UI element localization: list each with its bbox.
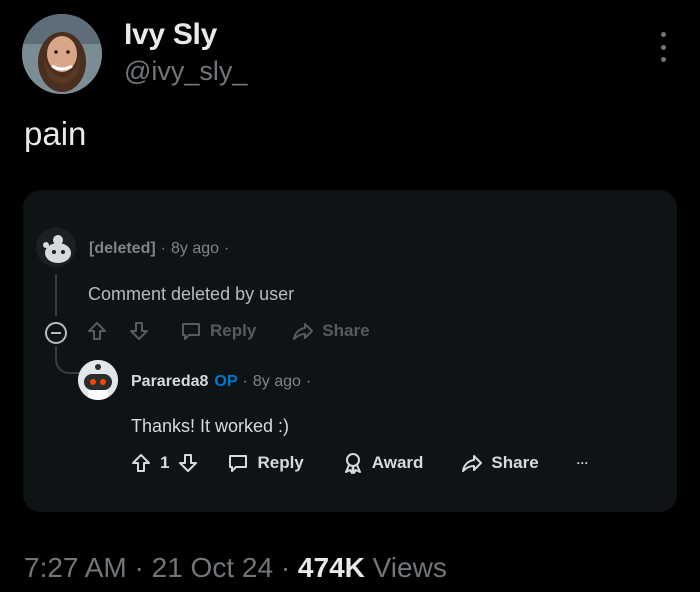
reply-button[interactable]: Reply <box>227 452 304 474</box>
more-vertical-icon[interactable] <box>656 32 670 62</box>
reply-comment-actions: 1 Reply Award Share ··· <box>130 452 589 474</box>
share-icon <box>293 323 314 340</box>
award-icon <box>344 453 361 474</box>
parent-comment-meta: [deleted] · 8y ago · <box>89 240 234 258</box>
views-label: Views <box>372 552 447 583</box>
replier-avatar[interactable] <box>78 360 118 400</box>
more-options-icon[interactable]: ··· <box>577 456 589 470</box>
award-label: Award <box>371 453 424 472</box>
tweet-date[interactable]: 21 Oct 24 <box>152 552 273 583</box>
views-count: 474K <box>297 552 365 583</box>
reply-label: Reply <box>257 453 304 472</box>
op-badge: OP <box>214 373 238 390</box>
reply-comment-author[interactable]: Parareda8 <box>131 373 208 390</box>
separator-dot: · <box>134 552 144 583</box>
upvote-icon[interactable] <box>86 320 108 342</box>
separator-dot: · <box>242 373 248 390</box>
separator-dot: · <box>280 552 291 583</box>
parent-comment-age: 8y ago <box>171 240 220 257</box>
parent-share-button[interactable]: Share <box>292 320 370 342</box>
reply-icon <box>182 323 200 340</box>
reply-icon <box>229 455 248 472</box>
upvote-icon[interactable] <box>130 452 152 474</box>
tweet-time[interactable]: 7:27 AM <box>24 552 127 583</box>
reply-comment-age: 8y ago <box>252 373 301 390</box>
parent-reply-button[interactable]: Reply <box>180 320 256 342</box>
deleted-user-avatar <box>36 227 76 267</box>
author-avatar[interactable] <box>22 14 102 94</box>
share-label: Share <box>491 453 539 472</box>
user-handle[interactable]: @ivy_sly_ <box>124 56 247 87</box>
separator-dot: · <box>224 240 230 257</box>
award-button[interactable]: Award <box>342 452 424 474</box>
collapse-icon[interactable] <box>45 322 67 344</box>
parent-comment-author: [deleted] <box>89 240 156 257</box>
separator-dot: · <box>160 240 166 257</box>
thread-branch-line <box>55 346 79 374</box>
share-icon <box>462 455 483 472</box>
downvote-icon[interactable] <box>128 320 150 342</box>
display-name[interactable]: Ivy Sly <box>124 18 217 52</box>
tweet-metadata: 7:27 AM · 21 Oct 24 · 474K Views <box>24 552 447 584</box>
vote-score: 1 <box>160 453 170 472</box>
parent-share-label: Share <box>322 321 370 340</box>
reply-comment-text: Thanks! It worked :) <box>131 416 290 436</box>
tweet-text: pain <box>24 115 87 152</box>
share-button[interactable]: Share <box>461 452 539 474</box>
downvote-icon[interactable] <box>177 452 199 474</box>
thread-line <box>55 274 57 316</box>
separator-dot: · <box>305 373 312 390</box>
parent-reply-label: Reply <box>210 321 257 340</box>
parent-comment-text: Comment deleted by user <box>88 284 295 304</box>
parent-comment-actions: Reply Share <box>86 320 370 342</box>
reply-comment-meta: Parareda8 OP · 8y ago · <box>131 373 316 391</box>
